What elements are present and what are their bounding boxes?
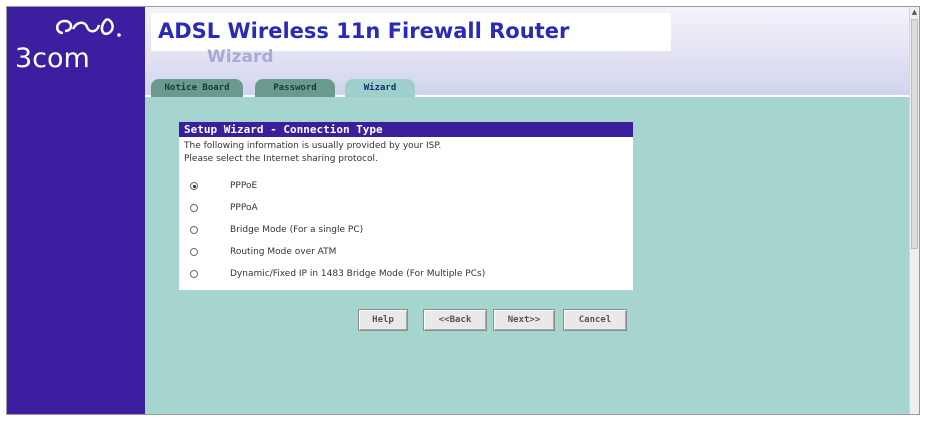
next-button[interactable]: Next>> xyxy=(493,309,555,331)
panel-title: Setup Wizard - Connection Type xyxy=(179,122,633,137)
option-label: Bridge Mode (For a single PC) xyxy=(230,225,364,235)
cancel-button[interactable]: Cancel xyxy=(563,309,627,331)
vertical-scrollbar[interactable]: ▲ xyxy=(909,7,919,414)
page-title: ADSL Wireless 11n Firewall Router xyxy=(158,19,570,43)
panel-description-1: The following information is usually pro… xyxy=(184,141,442,151)
tab-notice-board[interactable]: Notice Board xyxy=(151,79,243,97)
browser-frame: 3com ADSL Wireless 11n Firewall Router W… xyxy=(6,6,920,415)
panel-description-2: Please select the Internet sharing proto… xyxy=(184,154,378,164)
option-label: Routing Mode over ATM xyxy=(230,247,337,257)
wizard-panel: Setup Wizard - Connection Type The follo… xyxy=(179,122,633,290)
radio-dynamic-fixed-ip[interactable] xyxy=(190,270,198,278)
scroll-up-arrow-icon[interactable]: ▲ xyxy=(911,8,918,16)
option-label: Dynamic/Fixed IP in 1483 Bridge Mode (Fo… xyxy=(230,269,486,279)
radio-pppoa[interactable] xyxy=(190,204,198,212)
3com-logo-icon xyxy=(56,17,121,37)
scroll-thumb[interactable] xyxy=(911,19,918,249)
tab-wizard[interactable]: Wizard xyxy=(345,79,415,97)
back-button[interactable]: <<Back xyxy=(423,309,487,331)
radio-bridge-mode[interactable] xyxy=(190,226,198,234)
help-button[interactable]: Help xyxy=(358,309,408,331)
sidebar: 3com xyxy=(7,7,145,414)
title-box: ADSL Wireless 11n Firewall Router xyxy=(151,13,671,51)
option-label: PPPoE xyxy=(230,181,258,191)
radio-pppoe[interactable] xyxy=(190,182,198,190)
page-subtitle: Wizard xyxy=(207,47,274,67)
radio-routing-mode[interactable] xyxy=(190,248,198,256)
option-label: PPPoA xyxy=(230,203,258,213)
tab-password[interactable]: Password xyxy=(255,79,335,97)
brand-logo-text: 3com xyxy=(15,43,90,74)
